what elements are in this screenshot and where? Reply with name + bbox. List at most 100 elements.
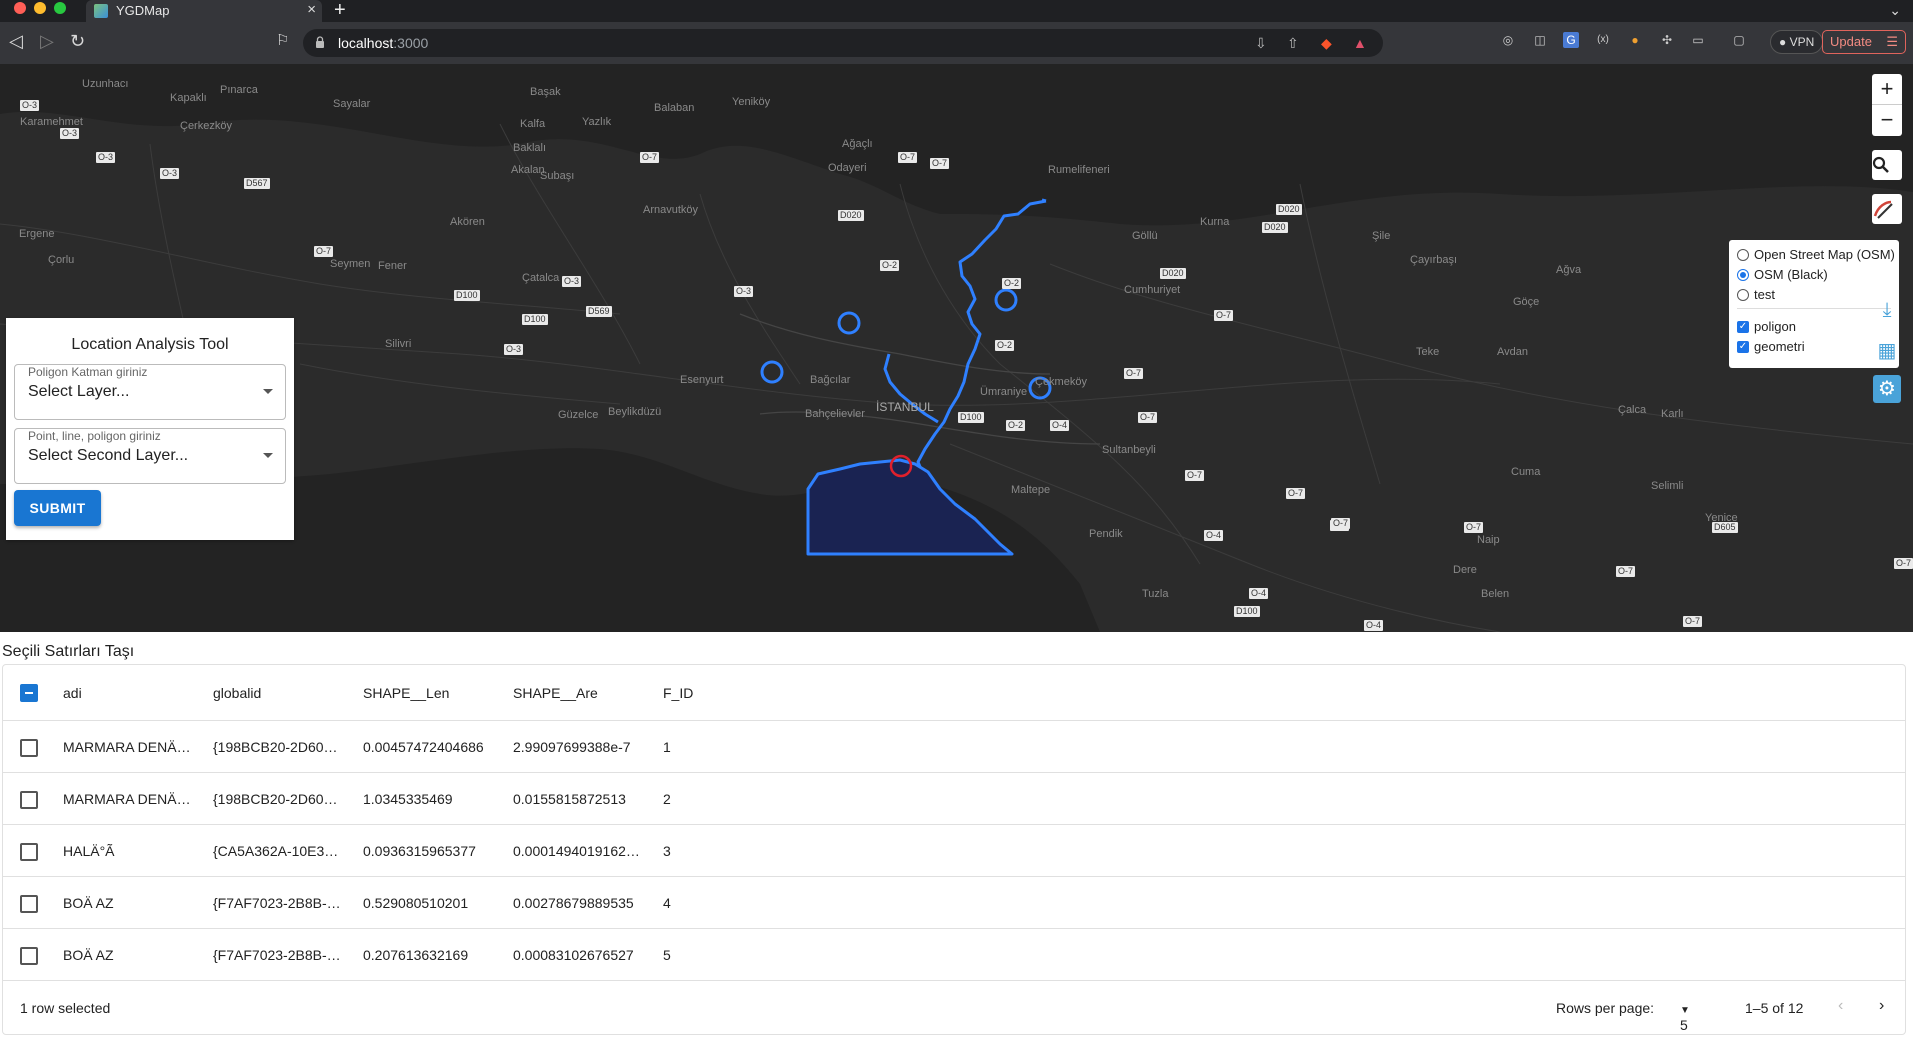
map-place-label: Ağva (1556, 264, 1582, 276)
map-place-label: Başak (530, 86, 561, 98)
extension-1-icon[interactable]: ◎ (1500, 32, 1516, 48)
chevron-down-icon[interactable]: ⌄ (1889, 2, 1901, 19)
bookmark-icon[interactable]: ⚐ (276, 30, 289, 52)
radio-osm[interactable] (1737, 248, 1749, 261)
road-shield: D567 (244, 178, 270, 189)
table-row[interactable]: MARMARA DENÄ… {198BCB20-2D60… 0.0045747240… (3, 721, 1905, 773)
radio-test[interactable] (1737, 288, 1749, 301)
reload-button[interactable]: ↻ (70, 30, 85, 52)
vpn-button[interactable]: ● VPN (1770, 30, 1824, 54)
row-checkbox[interactable] (20, 895, 38, 913)
table-row[interactable]: MARMARA DENÄ… {198BCB20-2D60… 1.0345335469… (3, 773, 1905, 825)
extension-3-icon[interactable]: (x) (1595, 32, 1611, 48)
table-row[interactable]: HALÄ°Ã {CA5A362A-10E3… 0.0936315965377 0.00… (3, 825, 1905, 877)
zoom-in-button[interactable]: + (1872, 74, 1902, 105)
row-checkbox[interactable] (20, 739, 38, 757)
road-shield: O-3 (160, 168, 180, 179)
download-icon[interactable]: ⤓ (1873, 296, 1901, 324)
checkbox-poligon[interactable]: ✓ (1737, 320, 1749, 333)
map-place-label: Sultanbeyli (1102, 444, 1156, 456)
first-layer-label: Poligon Katman giriniz (28, 365, 148, 379)
draw-icon (1873, 200, 1893, 219)
browser-tab[interactable]: YGDMap × (86, 0, 322, 22)
base-layer-osm[interactable]: Open Street Map (OSM) (1737, 247, 1895, 262)
minimize-window-button[interactable] (34, 2, 46, 14)
checkbox-geometri[interactable]: ✓ (1737, 340, 1749, 353)
road-shield: O-4 (1249, 588, 1269, 599)
map-place-label: Şile (1372, 230, 1391, 242)
column-header-f-id[interactable]: F_ID (663, 665, 693, 721)
submit-button[interactable]: SUBMIT (14, 490, 101, 526)
overlay-geometri[interactable]: ✓ geometri (1737, 339, 1805, 354)
brave-rewards-icon[interactable]: ▲ (1353, 35, 1367, 51)
road-shield: O-7 (1124, 368, 1144, 379)
map-place-label: Kalfa (520, 118, 546, 130)
search-icon (1872, 156, 1889, 173)
next-page-button[interactable]: › (1879, 997, 1884, 1015)
share-icon[interactable]: ⇧ (1287, 35, 1299, 52)
road-shield: D020 (838, 210, 864, 221)
row-checkbox[interactable] (20, 791, 38, 809)
close-tab-icon[interactable]: × (307, 1, 316, 18)
map-place-label: Dere (1453, 564, 1477, 576)
road-shield: O-4 (1050, 420, 1070, 431)
extension-2-icon[interactable]: ◫ (1532, 32, 1548, 48)
back-button[interactable]: ◁ (9, 30, 23, 52)
draw-tool-button[interactable] (1872, 194, 1902, 224)
table-grid-icon[interactable]: ▦ (1873, 337, 1901, 365)
select-all-checkbox[interactable] (20, 684, 38, 702)
first-layer-select[interactable]: Poligon Katman giriniz Select Layer... (14, 364, 286, 420)
sidebar-icon[interactable]: ▭ (1690, 32, 1706, 48)
wallet-icon[interactable]: ▢ (1731, 32, 1747, 48)
map-place-label: Yazlık (582, 116, 612, 128)
menu-icon: ☰ (1886, 34, 1898, 49)
new-tab-button[interactable]: + (334, 0, 346, 22)
table-cell-shape-len: 0.529080510201 (363, 895, 469, 911)
brave-shield-icon[interactable]: ◆ (1321, 35, 1332, 52)
table-cell-shape-len: 0.00457472404686 (363, 739, 484, 755)
map-favicon-icon (94, 4, 108, 18)
tab-title: YGDMap (116, 3, 170, 18)
selection-count: 1 row selected (20, 1000, 111, 1016)
map-place-label: Ümraniye (980, 386, 1028, 398)
forward-button[interactable]: ▷ (40, 30, 54, 52)
column-header-shape-len[interactable]: SHAPE__Len (363, 665, 449, 721)
second-layer-value: Select Second Layer... (28, 447, 189, 464)
rows-per-page-select[interactable]: 5 ▼ (1680, 1000, 1690, 1033)
map-place-label: Çayırbaşı (1410, 254, 1458, 266)
overlay-poligon[interactable]: ✓ poligon (1737, 319, 1796, 334)
previous-page-button[interactable]: ‹ (1838, 997, 1843, 1015)
second-layer-select[interactable]: Point, line, poligon giriniz Select Seco… (14, 428, 286, 484)
column-header-adi[interactable]: adi (63, 665, 82, 721)
browser-toolbar: ◁ ▷ ↻ ⚐ localhost:3000 ⇩ ⇧ ◆ ▲ ◎ ◫ G (x)… (0, 22, 1913, 64)
close-window-button[interactable] (14, 2, 26, 14)
translate-icon[interactable]: G (1563, 32, 1579, 48)
puzzle-icon[interactable]: ✣ (1659, 32, 1675, 48)
settings-gear-icon[interactable]: ⚙ (1873, 375, 1901, 403)
map-place-label: Pendik (1089, 528, 1123, 540)
dropdown-arrow-icon (263, 389, 273, 394)
map-place-label: Cumhuriyet (1124, 284, 1181, 296)
table-cell-shape-len: 0.207613632169 (363, 947, 469, 963)
map-place-label: Kurna (1200, 216, 1230, 228)
zoom-out-button[interactable]: − (1872, 105, 1902, 136)
update-button[interactable]: Update ☰ (1822, 30, 1906, 54)
extension-4-icon[interactable]: ● (1627, 32, 1643, 48)
column-header-globalid[interactable]: globalid (213, 665, 261, 721)
maximize-window-button[interactable] (54, 2, 66, 14)
base-layer-test[interactable]: test (1737, 287, 1775, 302)
map-view[interactable]: Uzunhacı Pınarca Karamehmet Kapaklı Çerkezkö… (0, 64, 1913, 632)
row-checkbox[interactable] (20, 843, 38, 861)
install-icon[interactable]: ⇩ (1255, 35, 1267, 52)
table-row[interactable]: BOÄ AZ {F7AF7023-2B8B-… 0.207613632169 0.00… (3, 929, 1905, 981)
road-shield: O-3 (504, 344, 524, 355)
address-bar[interactable]: localhost:3000 ⇩ ⇧ ◆ ▲ (303, 29, 1383, 57)
base-layer-osm-black[interactable]: OSM (Black) (1737, 267, 1828, 282)
radio-osm-black[interactable] (1737, 268, 1749, 281)
map-search-button[interactable] (1872, 150, 1902, 180)
base-layer-test-label: test (1754, 287, 1775, 302)
table-row[interactable]: BOÄ AZ {F7AF7023-2B8B-… 0.529080510201 0.00… (3, 877, 1905, 929)
column-header-shape-are[interactable]: SHAPE__Are (513, 665, 598, 721)
vpn-label: VPN (1789, 35, 1815, 49)
row-checkbox[interactable] (20, 947, 38, 965)
